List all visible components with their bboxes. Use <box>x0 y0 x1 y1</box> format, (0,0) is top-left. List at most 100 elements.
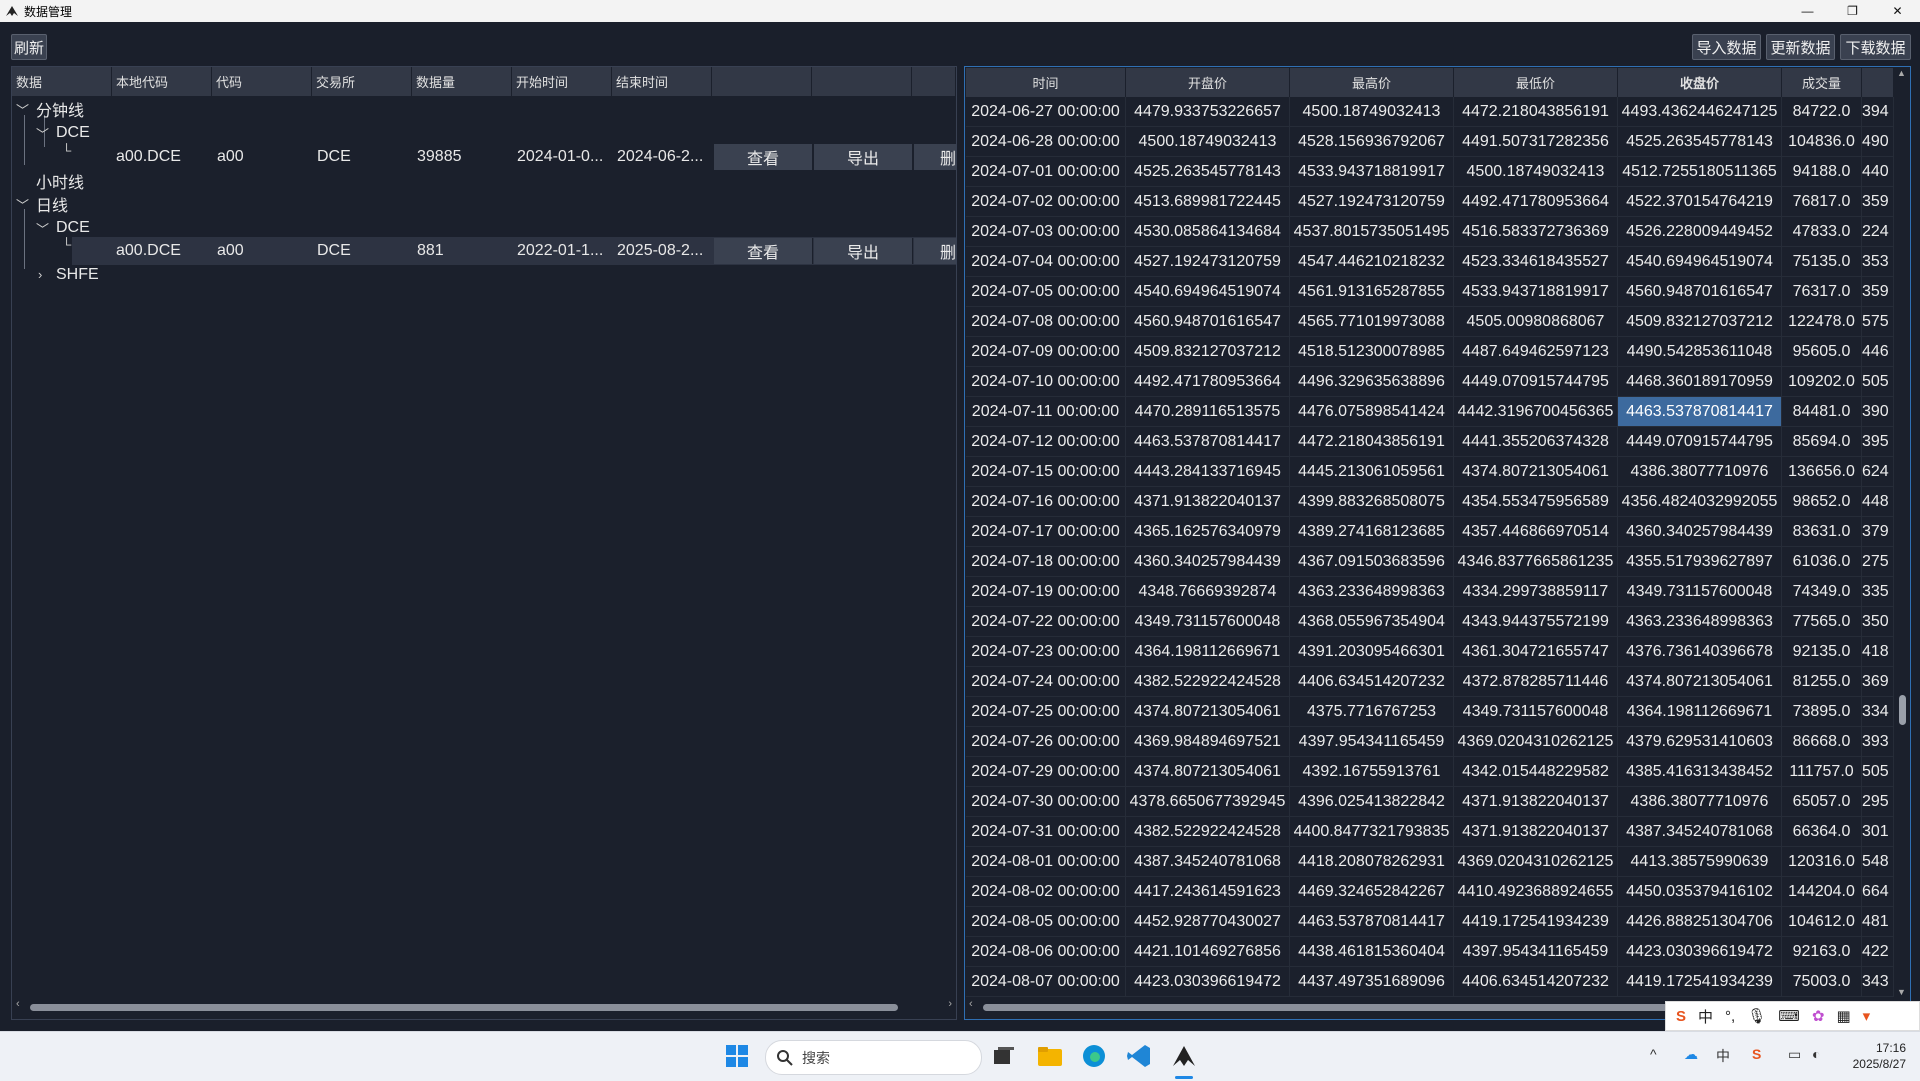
table-cell[interactable]: 2024-07-08 00:00:00 <box>966 307 1126 337</box>
table-cell[interactable]: 224 <box>1862 217 1894 247</box>
table-cell[interactable]: 4441.355206374328 <box>1454 427 1618 457</box>
table-cell[interactable]: 94188.0 <box>1782 157 1862 187</box>
table-cell[interactable]: 4445.213061059561 <box>1290 457 1454 487</box>
table-cell[interactable]: 2024-07-19 00:00:00 <box>966 577 1126 607</box>
table-row[interactable]: 2024-06-27 00:00:00 4479.933753226657 4500… <box>966 97 1894 127</box>
tree-node-day-shfe[interactable]: SHFE <box>56 263 99 287</box>
table-row[interactable]: 2024-07-12 00:00:00 4463.537870814417 4472… <box>966 427 1894 457</box>
row1-export-button[interactable]: 导出 <box>814 144 913 170</box>
table-row[interactable]: 2024-07-23 00:00:00 4364.198112669671 4391… <box>966 637 1894 667</box>
tray-app-icon[interactable]: ☁ <box>1684 1046 1698 1063</box>
table-cell[interactable]: 4525.263545778143 <box>1126 157 1290 187</box>
table-cell[interactable]: 4386.38077710976 <box>1618 787 1782 817</box>
table-cell[interactable]: 4492.471780953664 <box>1126 367 1290 397</box>
table-cell[interactable]: 4374.807213054061 <box>1618 667 1782 697</box>
table-cell[interactable]: 4368.055967354904 <box>1290 607 1454 637</box>
table-cell[interactable]: 390 <box>1862 397 1894 427</box>
table-cell[interactable]: 4382.522922424528 <box>1126 817 1290 847</box>
col-header-low[interactable]: 最低价 <box>1454 68 1618 97</box>
table-cell[interactable]: 4421.101469276856 <box>1126 937 1290 967</box>
table-cell[interactable]: 490 <box>1862 127 1894 157</box>
table-cell[interactable]: 624 <box>1862 457 1894 487</box>
table-cell[interactable]: 395 <box>1862 427 1894 457</box>
table-cell[interactable]: 4470.289116513575 <box>1126 397 1290 427</box>
app-logo-icon[interactable] <box>1170 1042 1198 1070</box>
table-cell[interactable]: 84722.0 <box>1782 97 1862 127</box>
row1-delete-button[interactable]: 删 <box>914 144 956 170</box>
data-tree-panel[interactable]: 数据 本地代码 代码 交易所 数据量 开始时间 结束时间 ﹀ 分钟线 ﹀ DCE… <box>11 66 957 1020</box>
col-header-exchange[interactable]: 交易所 <box>312 67 412 96</box>
scrollbar-thumb[interactable] <box>1899 695 1906 725</box>
table-cell[interactable]: 4417.243614591623 <box>1126 877 1290 907</box>
table-cell[interactable]: 4369.0204310262125 <box>1454 727 1618 757</box>
table-cell[interactable]: 4399.883268508075 <box>1290 487 1454 517</box>
left-horizontal-scrollbar[interactable]: ‹ › <box>16 998 952 1013</box>
col-header-open[interactable]: 开盘价 <box>1126 68 1290 97</box>
table-cell[interactable]: 4354.553475956589 <box>1454 487 1618 517</box>
table-cell[interactable]: 98652.0 <box>1782 487 1862 517</box>
table-cell[interactable]: 2024-07-17 00:00:00 <box>966 517 1126 547</box>
col-header-local-code[interactable]: 本地代码 <box>112 67 212 96</box>
table-cell[interactable]: 4500.18749032413 <box>1454 157 1618 187</box>
scrollbar-thumb[interactable] <box>30 1004 898 1011</box>
table-cell[interactable]: 2024-08-07 00:00:00 <box>966 967 1126 997</box>
table-cell[interactable]: 4360.340257984439 <box>1126 547 1290 577</box>
table-row[interactable]: 2024-07-25 00:00:00 4374.807213054061 4375… <box>966 697 1894 727</box>
table-cell[interactable]: 4355.517939627897 <box>1618 547 1782 577</box>
table-cell[interactable]: 4389.274168123685 <box>1290 517 1454 547</box>
table-row[interactable]: 2024-07-15 00:00:00 4443.284133716945 4445… <box>966 457 1894 487</box>
table-cell[interactable]: 4525.263545778143 <box>1618 127 1782 157</box>
table-cell[interactable]: 4374.807213054061 <box>1454 457 1618 487</box>
table-cell[interactable]: 4509.832127037212 <box>1126 337 1290 367</box>
table-cell[interactable]: 66364.0 <box>1782 817 1862 847</box>
table-cell[interactable]: 4364.198112669671 <box>1126 637 1290 667</box>
table-cell[interactable]: 4493.4362446247125 <box>1618 97 1782 127</box>
table-cell[interactable]: 2024-08-01 00:00:00 <box>966 847 1126 877</box>
table-cell[interactable]: 4369.984894697521 <box>1126 727 1290 757</box>
table-cell[interactable]: 4371.913822040137 <box>1126 487 1290 517</box>
table-cell[interactable]: 2024-07-01 00:00:00 <box>966 157 1126 187</box>
tree-node-hour[interactable]: 小时线 <box>36 169 84 193</box>
table-cell[interactable]: 4418.208078262931 <box>1290 847 1454 877</box>
table-cell[interactable]: 4378.6650677392945 <box>1126 787 1290 817</box>
table-cell[interactable]: 4397.954341165459 <box>1290 727 1454 757</box>
table-cell[interactable]: 4438.461815360404 <box>1290 937 1454 967</box>
table-row[interactable]: 2024-08-06 00:00:00 4421.101469276856 4438… <box>966 937 1894 967</box>
table-cell[interactable]: 4522.370154764219 <box>1618 187 1782 217</box>
table-cell[interactable]: 4375.7716767253 <box>1290 697 1454 727</box>
table-row[interactable]: 2024-07-29 00:00:00 4374.807213054061 4392… <box>966 757 1894 787</box>
table-row[interactable]: 2024-07-02 00:00:00 4513.689981722445 4527… <box>966 187 1894 217</box>
table-row[interactable]: 2024-08-02 00:00:00 4417.243614591623 4469… <box>966 877 1894 907</box>
table-cell[interactable]: 144204.0 <box>1782 877 1862 907</box>
table-cell[interactable]: 4349.731157600048 <box>1454 697 1618 727</box>
table-cell[interactable]: 4537.8015735051495 <box>1290 217 1454 247</box>
table-cell[interactable]: 84481.0 <box>1782 397 1862 427</box>
table-cell[interactable]: 4472.218043856191 <box>1454 97 1618 127</box>
refresh-button[interactable]: 刷新 <box>11 34 47 60</box>
table-cell[interactable]: 4533.943718819917 <box>1290 157 1454 187</box>
table-cell[interactable]: 4426.888251304706 <box>1618 907 1782 937</box>
tree-node-day[interactable]: 日线 <box>36 192 68 216</box>
table-row[interactable]: 2024-07-30 00:00:00 4378.6650677392945 439… <box>966 787 1894 817</box>
table-cell[interactable]: 4512.7255180511365 <box>1618 157 1782 187</box>
table-cell[interactable]: 664 <box>1862 877 1894 907</box>
table-cell[interactable]: 2024-08-05 00:00:00 <box>966 907 1126 937</box>
table-cell[interactable]: 4382.522922424528 <box>1126 667 1290 697</box>
col-header-volume[interactable]: 成交量 <box>1782 68 1862 97</box>
table-row[interactable]: 2024-07-24 00:00:00 4382.522922424528 4406… <box>966 667 1894 697</box>
toolbox-grid-icon[interactable]: ▦ <box>1836 1007 1850 1025</box>
table-cell[interactable]: 4376.736140396678 <box>1618 637 1782 667</box>
close-button[interactable]: ✕ <box>1875 0 1920 22</box>
table-cell[interactable]: 4400.8477321793835 <box>1290 817 1454 847</box>
table-cell[interactable]: 334 <box>1862 697 1894 727</box>
table-row[interactable]: 2024-08-05 00:00:00 4452.928770430027 4463… <box>966 907 1894 937</box>
table-cell[interactable]: 4367.091503683596 <box>1290 547 1454 577</box>
table-cell[interactable]: 2024-06-28 00:00:00 <box>966 127 1126 157</box>
table-cell[interactable]: 2024-08-06 00:00:00 <box>966 937 1126 967</box>
taskbar-search-box[interactable]: 搜索 <box>765 1040 982 1075</box>
download-data-button[interactable]: 下载数据 <box>1840 34 1911 60</box>
table-cell[interactable]: 301 <box>1862 817 1894 847</box>
table-cell[interactable]: 4500.18749032413 <box>1290 97 1454 127</box>
table-cell[interactable]: 4391.203095466301 <box>1290 637 1454 667</box>
table-cell[interactable]: 4452.928770430027 <box>1126 907 1290 937</box>
